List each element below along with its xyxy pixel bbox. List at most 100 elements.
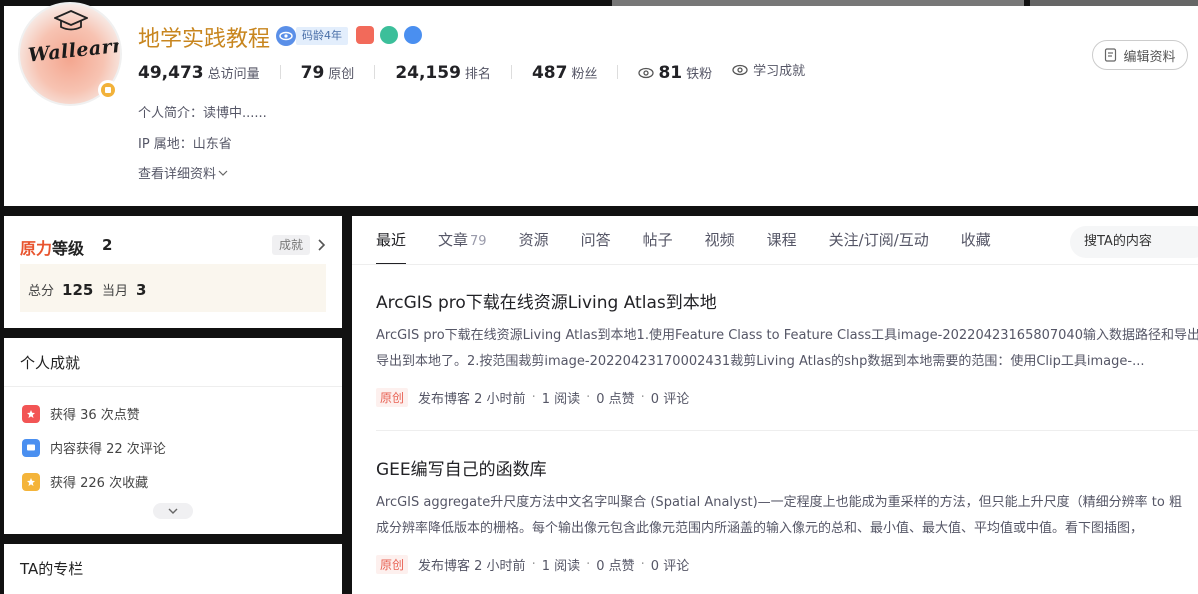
user-name[interactable]: 地学实践教程 xyxy=(138,21,270,53)
publish-time: 发布博客 2 小时前 xyxy=(418,392,526,407)
meta-separator: · xyxy=(586,557,591,572)
tab-videos[interactable]: 视频 xyxy=(705,230,735,264)
chevron-right-icon[interactable] xyxy=(317,238,327,252)
meta-separator: · xyxy=(640,390,645,405)
tab-follow[interactable]: 关注/订阅/互动 xyxy=(829,230,929,264)
stat-original[interactable]: 79 原创 xyxy=(301,63,355,83)
column-card: TA的专栏 xyxy=(4,544,342,594)
green-badge-icon[interactable] xyxy=(380,26,398,44)
stat-visits[interactable]: 49,473 总访问量 xyxy=(138,63,260,83)
edit-profile-button[interactable]: 编辑资料 xyxy=(1092,40,1188,70)
comment-count: 0 评论 xyxy=(650,559,690,574)
chevron-down-icon xyxy=(168,508,178,514)
learning-achievement-link[interactable]: 学习成就 xyxy=(732,60,805,79)
divider xyxy=(376,430,1198,431)
eye-icon xyxy=(732,64,748,75)
main-content: 最近 文章 79 资源 问答 帖子 视频 课程 关注/订阅/互动 收藏 搜TA的内… xyxy=(352,216,1198,594)
blue-badge-icon[interactable] xyxy=(404,26,422,44)
search-input[interactable]: 搜TA的内容 xyxy=(1070,226,1198,258)
like-count: 0 点赞 xyxy=(596,392,635,407)
stat-fans[interactable]: 487 粉丝 xyxy=(532,63,598,83)
stat-rank[interactable]: 24,159 排名 xyxy=(395,63,491,83)
score-value: 3 xyxy=(136,281,147,299)
article-desc-line: ArcGIS aggregate升尺度方法中文名字叫聚合 (Spatial An… xyxy=(376,495,1182,510)
tab-label: 课程 xyxy=(766,231,797,249)
article-desc-line: ArcGIS pro下载在线资源Living Atlas到本地1.使用Featu… xyxy=(376,328,1198,343)
like-badge-icon xyxy=(22,404,40,423)
meta-separator: · xyxy=(586,390,591,405)
edit-doc-icon xyxy=(1105,48,1117,62)
stat-value: 24,159 xyxy=(395,62,461,83)
score-label: 总分 xyxy=(28,284,55,299)
stat-value: 487 xyxy=(531,62,568,83)
article-item[interactable]: ArcGIS pro下载在线资源Living Atlas到本地 ArcGIS p… xyxy=(376,288,1198,407)
article-title[interactable]: ArcGIS pro下载在线资源Living Atlas到本地 xyxy=(376,288,1198,313)
tab-label: 文章 xyxy=(438,231,469,249)
learning-achievement-label: 学习成就 xyxy=(753,64,806,79)
article-meta: 原创 发布博客 2 小时前 · 1 阅读 · 0 点赞 · 0 评论 xyxy=(376,555,1198,574)
achievement-tag[interactable]: 成就 xyxy=(272,235,311,255)
graduation-cap-icon xyxy=(54,10,88,31)
score-month: 当月 3 xyxy=(102,280,146,299)
content-tabs: 最近 文章 79 资源 问答 帖子 视频 课程 关注/订阅/互动 收藏 xyxy=(376,230,1023,265)
achievement-likes: 获得 36 次点赞 xyxy=(22,404,140,423)
achievement-text: 内容获得 22 次评论 xyxy=(50,442,166,457)
red-badge-icon[interactable] xyxy=(356,26,374,44)
tab-posts[interactable]: 帖子 xyxy=(643,230,673,264)
tab-label: 关注/订阅/互动 xyxy=(828,231,929,249)
article-desc-line: 成分辨率降低版本的栅格。每个输出像元包含此像元范围内所涵盖的输入像元的总和、最小… xyxy=(376,521,1144,536)
tab-resources[interactable]: 资源 xyxy=(519,230,549,264)
stat-value: 79 xyxy=(300,62,325,83)
code-age-badge[interactable]: 码龄4年 xyxy=(296,27,348,45)
comment-badge-icon xyxy=(22,438,40,457)
profile-header: Wallearn 地学实践教程 码龄4年 49,473 总访问量 79 原创 2… xyxy=(4,2,1198,206)
tab-label: 最近 xyxy=(376,231,407,249)
read-count: 1 阅读 xyxy=(541,392,581,407)
article-description: ArcGIS pro下载在线资源Living Atlas到本地1.使用Featu… xyxy=(376,323,1198,375)
divider xyxy=(374,65,376,79)
original-tag: 原创 xyxy=(376,388,409,407)
search-placeholder: 搜TA的内容 xyxy=(1084,234,1152,249)
chevron-down-icon xyxy=(218,170,228,176)
tab-label: 问答 xyxy=(580,231,611,249)
tab-articles[interactable]: 文章 79 xyxy=(438,230,487,264)
stat-label: 铁粉 xyxy=(686,66,713,82)
read-count: 1 阅读 xyxy=(541,559,581,574)
stat-label: 粉丝 xyxy=(571,66,598,82)
expand-achievements-button[interactable] xyxy=(153,503,193,519)
column-title: TA的专栏 xyxy=(20,560,84,578)
tab-qa[interactable]: 问答 xyxy=(581,230,611,264)
tab-count: 79 xyxy=(470,234,487,249)
achievements-card: 个人成就 获得 36 次点赞 内容获得 22 次评论 获得 226 次收藏 xyxy=(4,338,342,534)
achievement-text: 获得 226 次收藏 xyxy=(50,476,149,491)
tab-recent[interactable]: 最近 xyxy=(376,230,407,265)
eye-icon xyxy=(638,67,655,78)
tab-label: 帖子 xyxy=(642,231,673,249)
article-title[interactable]: GEE编写自己的函数库 xyxy=(376,455,1198,480)
stat-iron-fans[interactable]: 81 铁粉 xyxy=(638,63,712,83)
stat-value: 81 xyxy=(658,62,683,83)
achievements-title: 个人成就 xyxy=(20,354,81,372)
article-item[interactable]: GEE编写自己的函数库 ArcGIS aggregate升尺度方法中文名字叫聚合… xyxy=(376,455,1198,574)
score-box: 总分 125 当月 3 xyxy=(20,264,326,312)
meta-separator: · xyxy=(531,390,536,405)
like-count: 0 点赞 xyxy=(596,559,635,574)
original-tag: 原创 xyxy=(376,555,409,574)
tab-label: 收藏 xyxy=(960,231,991,249)
score-total: 总分 125 xyxy=(28,280,93,299)
bio-text: 个人简介：读博中...... xyxy=(138,106,267,121)
view-details-link[interactable]: 查看详细资料 xyxy=(138,163,228,182)
score-value: 125 xyxy=(62,281,94,299)
tab-courses[interactable]: 课程 xyxy=(767,230,797,264)
tab-favorites[interactable]: 收藏 xyxy=(961,230,991,264)
tab-label: 资源 xyxy=(518,231,549,249)
meta-separator: · xyxy=(640,557,645,572)
verified-icon[interactable] xyxy=(276,26,296,46)
publish-time: 发布博客 2 小时前 xyxy=(418,559,526,574)
edit-profile-label: 编辑资料 xyxy=(1123,49,1176,65)
meta-separator: · xyxy=(531,557,536,572)
level-badge-icon xyxy=(98,80,118,100)
tab-label: 视频 xyxy=(704,231,735,249)
level-title-rest: 等级 xyxy=(52,239,85,258)
stat-value: 49,473 xyxy=(138,62,204,83)
